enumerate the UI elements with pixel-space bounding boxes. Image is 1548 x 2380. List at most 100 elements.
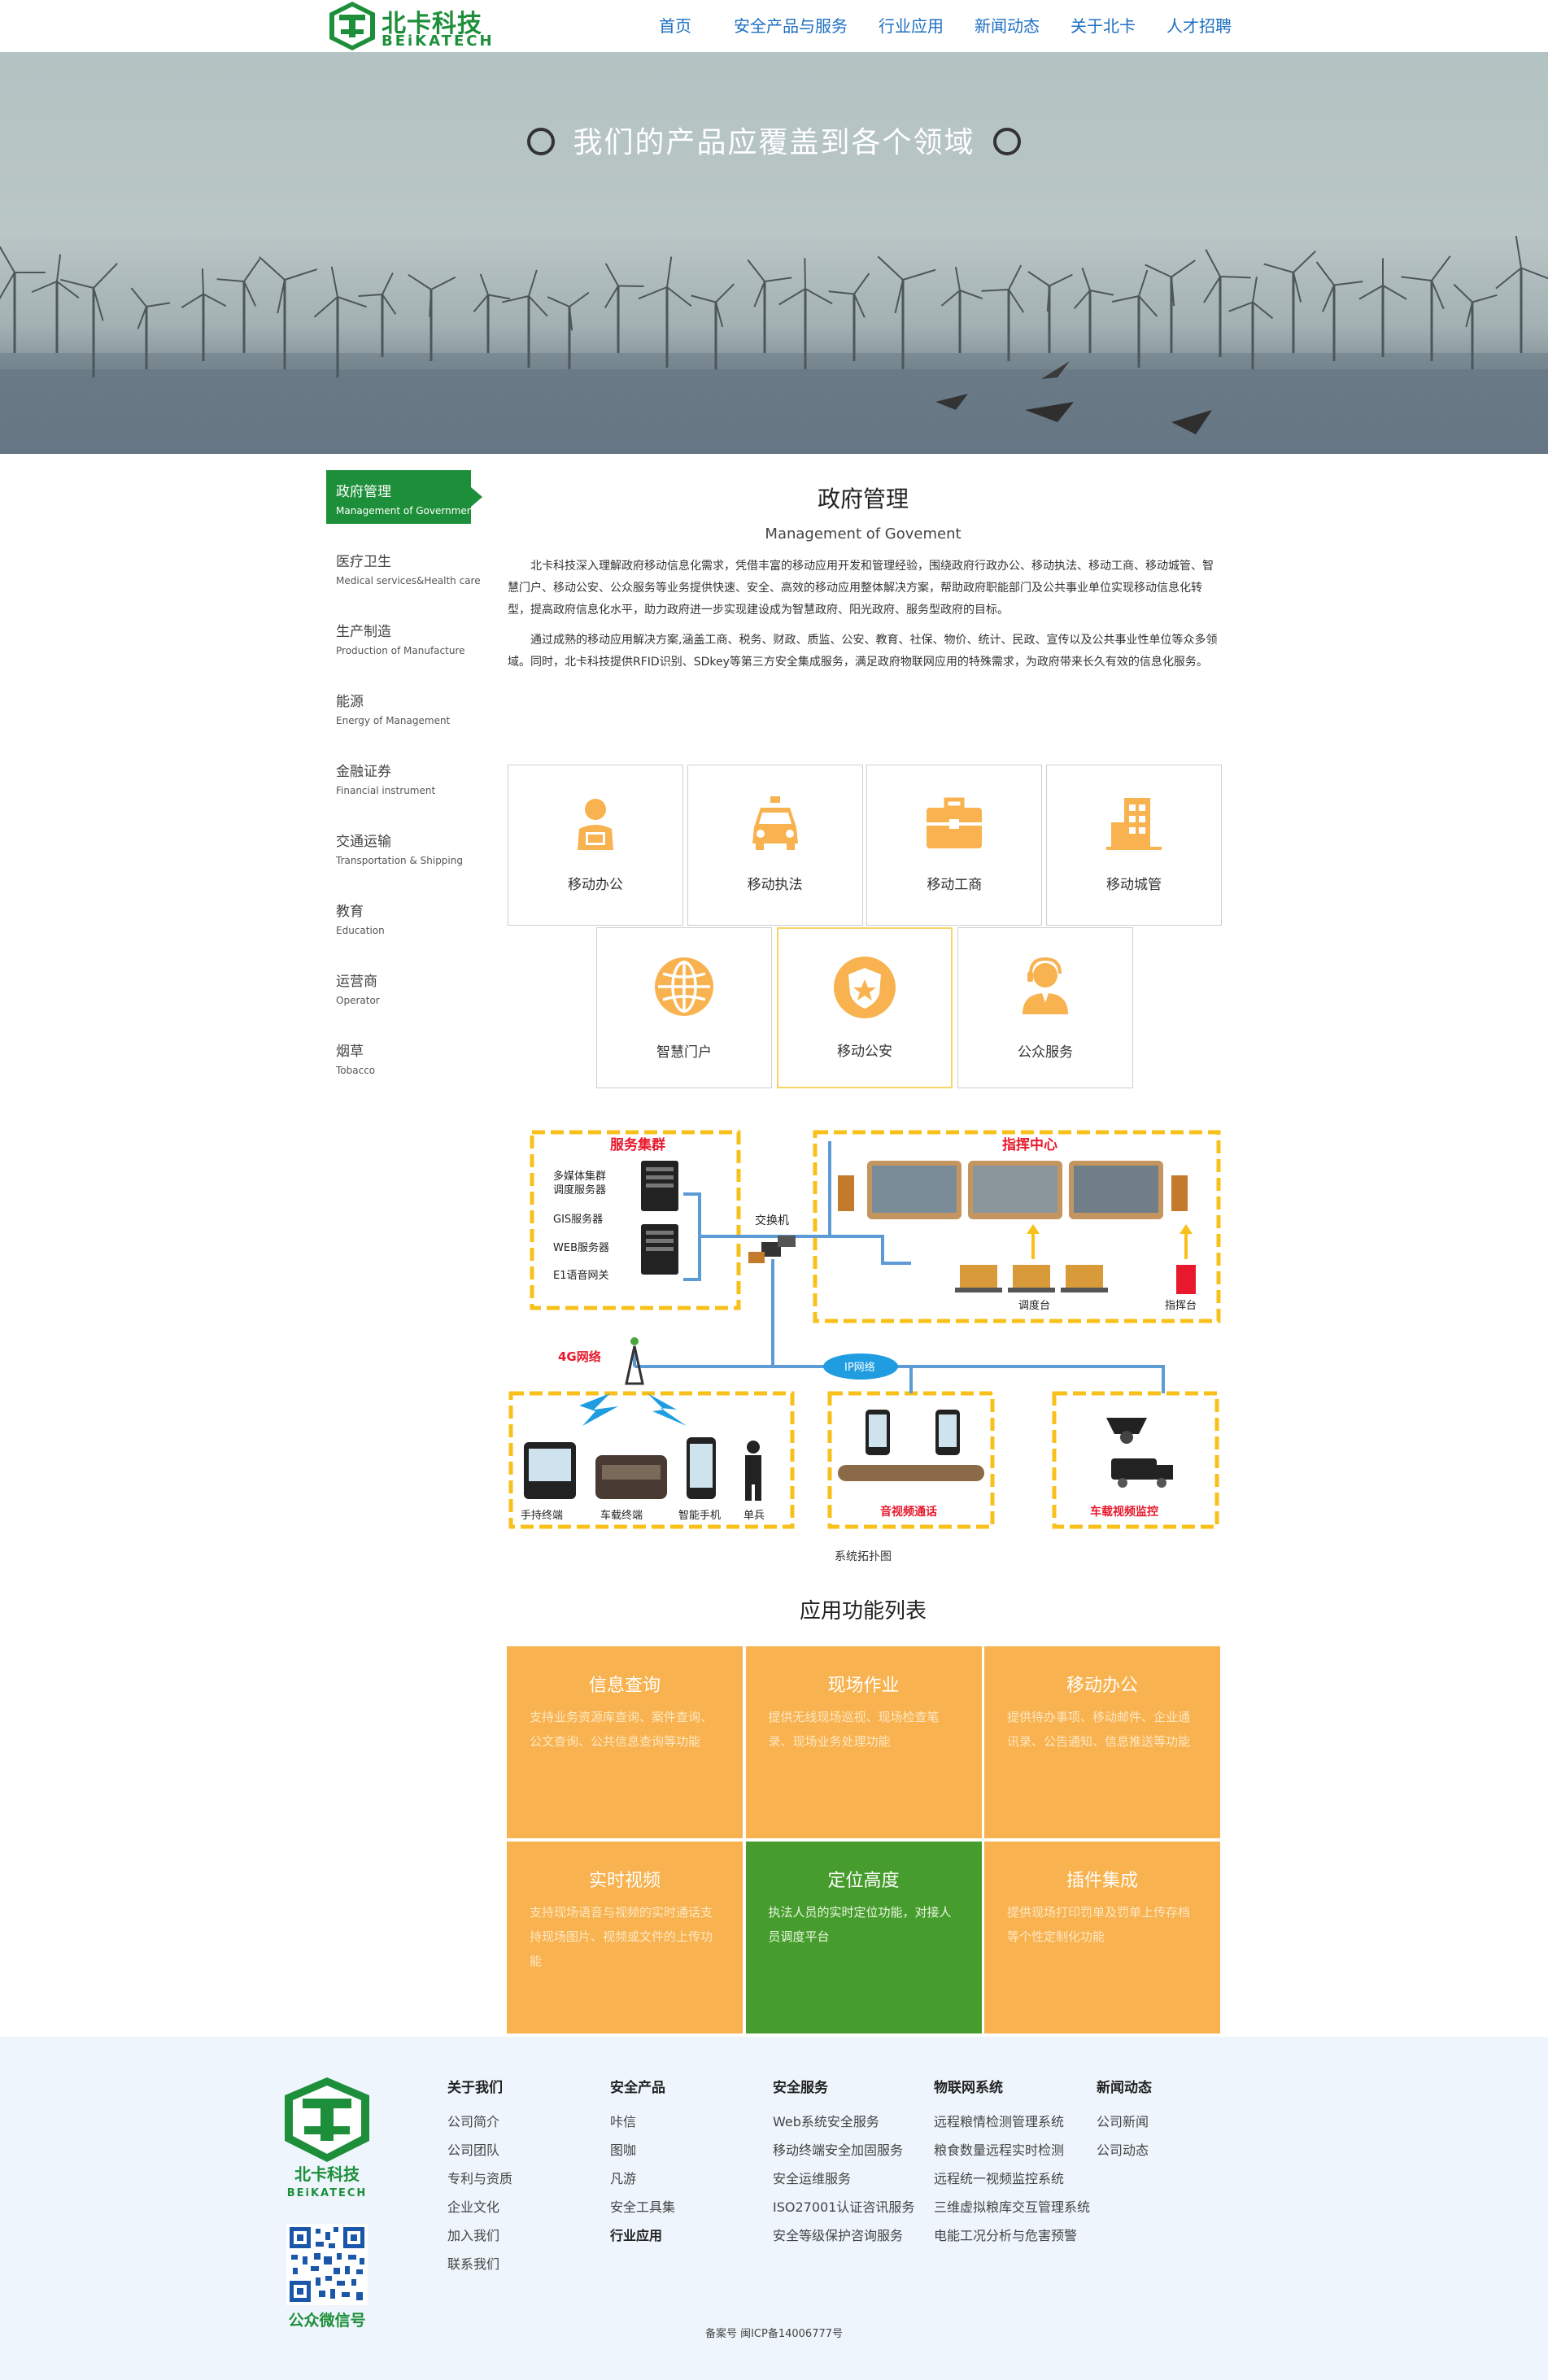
footer-link[interactable]: 联系我们	[447, 2250, 512, 2278]
card-label: 智慧门户	[656, 1044, 712, 1061]
footer-brand-cn: 北卡科技	[294, 2164, 360, 2184]
card-label: 移动执法	[747, 877, 803, 893]
terminal-soldier-label: 单兵	[743, 1510, 765, 1522]
sidebar-item-medical[interactable]: 医疗卫生 Medical services&Health care	[326, 540, 482, 610]
footer-link[interactable]: Web系统安全服务	[773, 2108, 914, 2136]
vehicle-camera-icon	[1106, 1418, 1173, 1488]
nav-about[interactable]: 关于北卡	[1071, 0, 1136, 52]
feature-desc: 支持现场语音与视频的实时通话支持现场图片、视频或文件的上传功能	[530, 1904, 713, 1968]
feature-title: 现场作业	[827, 1676, 900, 1696]
card-label: 公众服务	[1018, 1044, 1073, 1061]
footer-link[interactable]: 公司动态	[1097, 2136, 1152, 2164]
terminal-devices-icon	[524, 1437, 761, 1501]
feature-grid: 信息查询 支持业务资源库查询、案件查询、公文查询、公共信息查询等功能 现场作业 …	[507, 1646, 1220, 2033]
sidebar-sublabel: Energy of Management	[336, 715, 451, 726]
footer-link[interactable]: 远程统一视频监控系统	[934, 2164, 1090, 2193]
nav-home[interactable]: 首页	[659, 0, 691, 52]
card-label: 移动工商	[927, 877, 983, 893]
footer-link[interactable]: 公司简介	[447, 2108, 512, 2136]
nav-industry[interactable]: 行业应用	[879, 0, 944, 52]
footer-link[interactable]: 企业文化	[447, 2193, 512, 2221]
footer-link[interactable]: 公司团队	[447, 2136, 512, 2164]
footer-link[interactable]: 安全工具集	[610, 2193, 675, 2221]
card-mobile-commerce[interactable]: 移动工商	[866, 765, 1043, 926]
sidebar-item-energy[interactable]: 能源 Energy of Management	[326, 680, 482, 750]
sidebar-item-transport[interactable]: 交通运输 Transportation & Shipping	[326, 820, 482, 890]
intro-paragraph: 通过成熟的移动应用解决方案,涵盖工商、税务、财政、质监、公安、教育、社保、物价、…	[508, 634, 1218, 669]
server-e1-label: E1语音网关	[553, 1269, 609, 1282]
footer-link-industry[interactable]: 行业应用	[610, 2221, 675, 2250]
server-web-label: WEB服务器	[553, 1241, 609, 1254]
card-mobile-police[interactable]: 移动公安	[777, 927, 953, 1088]
nav-careers[interactable]: 人才招聘	[1166, 0, 1232, 52]
video-wall-icon	[838, 1161, 1188, 1219]
feature-title: 定位高度	[827, 1870, 900, 1891]
sidebar-label: 能源	[336, 694, 364, 710]
footer-link[interactable]: 电能工况分析与危害预警	[934, 2221, 1090, 2250]
sidebar-sublabel: Tobacco	[336, 1065, 376, 1076]
footer-link[interactable]: 公司新闻	[1097, 2108, 1152, 2136]
building-icon	[1105, 798, 1162, 850]
footer-link[interactable]: 安全等级保护咨询服务	[773, 2221, 914, 2250]
footer-link[interactable]: 咔信	[610, 2108, 675, 2136]
nav-news[interactable]: 新闻动态	[975, 0, 1040, 52]
command-desk-label: 指挥台	[1165, 1300, 1197, 1312]
sidebar-label: 教育	[336, 904, 364, 920]
footer-col-head: 新闻动态	[1097, 2080, 1152, 2096]
sidebar-label: 医疗卫生	[336, 554, 391, 570]
switch-label: 交换机	[755, 1214, 789, 1227]
network-4g-label: 4G网络	[558, 1349, 601, 1364]
footer-link[interactable]: 粮食数量远程实时检测	[934, 2136, 1090, 2164]
footer-link[interactable]: 移动终端安全加固服务	[773, 2136, 914, 2164]
feature-plugin-integration[interactable]: 插件集成 提供现场打印罚单及罚单上传存档等个性定制化功能	[984, 1841, 1220, 2033]
topology-caption: 系统拓扑图	[835, 1550, 892, 1563]
feature-positioning[interactable]: 定位高度 执法人员的实时定位功能，对接人员调度平台	[745, 1841, 982, 2033]
sidebar-item-government[interactable]: 政府管理 Management of Government	[326, 470, 482, 524]
footer-col-head: 关于我们	[447, 2080, 503, 2096]
footer-link[interactable]: 加入我们	[447, 2221, 512, 2250]
sidebar-item-finance[interactable]: 金融证券 Financial instrument	[326, 750, 482, 820]
footer-brand-logo: 北卡科技 BEiKATECH	[285, 2077, 369, 2199]
card-smart-portal[interactable]: 智慧门户	[596, 927, 772, 1088]
sidebar-item-operator[interactable]: 运营商 Operator	[326, 960, 482, 1030]
card-mobile-enforcement[interactable]: 移动执法	[687, 765, 863, 926]
feature-title: 移动办公	[1066, 1676, 1138, 1696]
footer-link[interactable]: 安全运维服务	[773, 2164, 914, 2193]
feature-title: 实时视频	[588, 1870, 661, 1891]
card-mobile-office[interactable]: 移动办公	[508, 765, 683, 926]
footer-link[interactable]: 三维虚拟粮库交互管理系统	[934, 2193, 1090, 2221]
footer-link[interactable]: 专利与资质	[447, 2164, 512, 2193]
nav-products[interactable]: 安全产品与服务	[734, 0, 848, 52]
footer-col-head: 安全产品	[610, 2080, 665, 2096]
sidebar-sublabel: Financial instrument	[336, 785, 436, 796]
card-mobile-urban[interactable]: 移动城管	[1045, 765, 1222, 926]
dispatch-console-icon	[955, 1224, 1108, 1292]
icp-record: 备案号 闽ICP备14006777号	[704, 2328, 844, 2340]
terminal-handheld-label: 手持终端	[521, 1509, 563, 1522]
footer-link[interactable]: ISO27001认证咨讯服务	[773, 2193, 914, 2221]
footer-link[interactable]: 图咖	[610, 2136, 675, 2164]
sidebar-sublabel: Production of Manufacture	[336, 645, 465, 656]
footer-col-head: 物联网系统	[934, 2080, 1003, 2096]
sidebar-item-education[interactable]: 教育 Education	[326, 890, 482, 960]
server-rack-icon	[641, 1161, 678, 1275]
feature-list-title: 应用功能列表	[799, 1599, 927, 1624]
police-car-icon	[752, 796, 798, 850]
banner-title: 我们的产品应覆盖到各个领域	[573, 126, 975, 159]
card-label: 移动公安	[837, 1044, 892, 1060]
sidebar-item-tobacco[interactable]: 烟草 Tobacco	[326, 1030, 482, 1100]
feature-info-query[interactable]: 信息查询 支持业务资源库查询、案件查询、公文查询、公共信息查询等功能	[507, 1646, 743, 1838]
sidebar-label: 政府管理	[336, 484, 391, 500]
sidebar-item-manufacture[interactable]: 生产制造 Production of Manufacture	[326, 610, 482, 680]
footer-link[interactable]: 凡游	[610, 2164, 675, 2193]
industry-sidebar: 政府管理 Management of Government 医疗卫生 Medic…	[326, 470, 482, 1100]
feature-field-work[interactable]: 现场作业 提供无线现场巡视、现场检查笔录、现场业务处理功能	[745, 1646, 982, 1838]
site-header: 北卡科技 BEiKATECH 首页 安全产品与服务 行业应用 新闻动态 关于北卡…	[0, 0, 1548, 52]
hero-banner: 我们的产品应覆盖到各个领域	[0, 52, 1548, 454]
feature-realtime-video[interactable]: 实时视频 支持现场语音与视频的实时通话支持现场图片、视频或文件的上传功能	[507, 1841, 743, 2033]
card-public-service[interactable]: 公众服务	[957, 927, 1133, 1088]
footer-link[interactable]: 远程粮情检测管理系统	[934, 2108, 1090, 2136]
brand-logo[interactable]: 北卡科技 BEiKATECH	[329, 2, 508, 50]
solution-cards-row-1: 移动办公 移动执法 移动工商 移动城管	[508, 765, 1222, 926]
feature-mobile-office[interactable]: 移动办公 提供待办事项、移动邮件、企业通讯录、公告通知、信息推送等功能	[984, 1646, 1220, 1838]
